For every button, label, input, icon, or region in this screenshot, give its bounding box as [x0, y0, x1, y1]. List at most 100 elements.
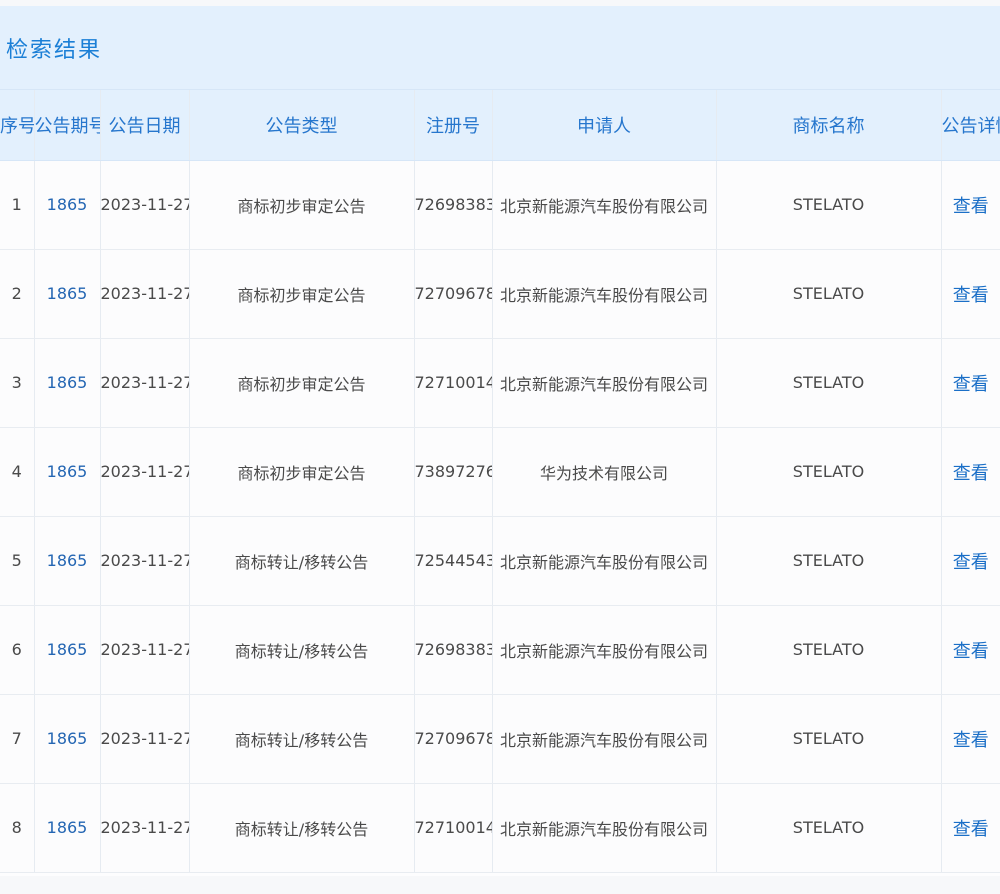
cell-issue: 1865 — [46, 551, 88, 570]
col-header-date: 公告日期 — [99, 90, 189, 161]
cell-applicant: 北京新能源汽车股份有限公司 — [491, 160, 716, 250]
cell-reg-no: 72710014 — [413, 338, 492, 428]
cell-applicant: 华为技术有限公司 — [491, 427, 716, 517]
cell-type: 商标转让/移转公告 — [234, 730, 369, 750]
cell-issue: 1865 — [33, 516, 100, 606]
cell-issue: 1865 — [46, 195, 88, 214]
cell-date: 2023-11-27 — [100, 195, 189, 214]
cell-type: 商标转让/移转公告 — [188, 516, 414, 606]
cell-seq: 3 — [0, 338, 34, 428]
view-detail-link[interactable]: 查看 — [953, 196, 989, 217]
cell-applicant: 华为技术有限公司 — [539, 463, 668, 483]
cell-type: 商标初步审定公告 — [188, 249, 414, 339]
cell-mark: STELATO — [792, 818, 865, 837]
table-row: 3 1865 2023-11-27 商标初步审定公告 72710014 北京新能源汽车股份… — [0, 338, 1000, 428]
cell-seq: 5 — [0, 516, 34, 606]
cell-type: 商标转让/移转公告 — [234, 819, 369, 839]
col-header-reg-no: 注册号 — [413, 90, 492, 161]
cell-reg-no: 72709678 — [413, 694, 492, 784]
cell-type: 商标转让/移转公告 — [234, 552, 369, 572]
cell-date: 2023-11-27 — [99, 160, 189, 250]
cell-reg-no: 72709678 — [414, 284, 492, 303]
cell-applicant: 北京新能源汽车股份有限公司 — [491, 783, 716, 873]
cell-seq: 3 — [11, 373, 22, 392]
cell-applicant: 北京新能源汽车股份有限公司 — [499, 374, 708, 394]
cell-mark: STELATO — [715, 249, 941, 339]
cell-reg-no: 72710014 — [413, 783, 492, 873]
cell-reg-no: 72544543 — [414, 551, 492, 570]
cell-seq: 1 — [0, 160, 34, 250]
cell-seq: 6 — [0, 605, 34, 695]
cell-reg-no: 72698383 — [414, 640, 492, 659]
cell-mark: STELATO — [715, 605, 941, 695]
view-detail-link[interactable]: 查看 — [953, 552, 989, 573]
view-detail-link[interactable]: 查看 — [953, 819, 989, 840]
cell-issue: 1865 — [46, 284, 88, 303]
cell-seq: 4 — [0, 427, 34, 517]
view-detail-link[interactable]: 查看 — [953, 641, 989, 662]
cell-seq: 7 — [0, 694, 34, 784]
cell-mark: STELATO — [715, 427, 941, 517]
cell-issue: 1865 — [33, 338, 100, 428]
view-detail-link[interactable]: 查看 — [953, 730, 989, 751]
cell-applicant: 北京新能源汽车股份有限公司 — [499, 641, 708, 661]
cell-detail: 查看 — [940, 249, 1000, 339]
cell-type: 商标初步审定公告 — [237, 196, 366, 216]
cell-date: 2023-11-27 — [100, 551, 189, 570]
table-row: 6 1865 2023-11-27 商标转让/移转公告 72698383 北京新能源汽车股… — [0, 605, 1000, 695]
cell-date: 2023-11-27 — [99, 516, 189, 606]
cell-mark: STELATO — [792, 729, 865, 748]
cell-reg-no: 72709678 — [413, 249, 492, 339]
cell-applicant: 北京新能源汽车股份有限公司 — [491, 249, 716, 339]
view-detail-link[interactable]: 查看 — [953, 463, 989, 484]
cell-applicant: 北京新能源汽车股份有限公司 — [491, 516, 716, 606]
cell-seq: 7 — [11, 729, 22, 748]
cell-detail: 查看 — [940, 694, 1000, 784]
cell-detail: 查看 — [940, 605, 1000, 695]
cell-applicant: 北京新能源汽车股份有限公司 — [499, 730, 708, 750]
cell-type: 商标初步审定公告 — [188, 338, 414, 428]
cell-reg-no: 73897276 — [413, 427, 492, 517]
cell-date: 2023-11-27 — [100, 373, 189, 392]
col-header-applicant: 申请人 — [491, 90, 716, 161]
cell-reg-no: 72710014 — [414, 818, 492, 837]
cell-mark: STELATO — [792, 640, 865, 659]
view-detail-link[interactable]: 查看 — [953, 285, 989, 306]
cell-date: 2023-11-27 — [99, 605, 189, 695]
table-row: 2 1865 2023-11-27 商标初步审定公告 72709678 北京新能源汽车股份… — [0, 249, 1000, 339]
table-header-row: 序号 公告期号 公告日期 公告类型 注册号 申请人 商标名称 公告详情 — [0, 90, 1000, 161]
cell-detail: 查看 — [940, 338, 1000, 428]
cell-applicant: 北京新能源汽车股份有限公司 — [499, 196, 708, 216]
cell-applicant: 北京新能源汽车股份有限公司 — [499, 819, 708, 839]
table-row: 7 1865 2023-11-27 商标转让/移转公告 72709678 北京新能源汽车股… — [0, 694, 1000, 784]
cell-mark: STELATO — [715, 338, 941, 428]
col-header-detail: 公告详情 — [940, 90, 1000, 161]
col-header-mark: 商标名称 — [715, 90, 941, 161]
cell-detail: 查看 — [940, 160, 1000, 250]
results-table: 序号 公告期号 公告日期 公告类型 注册号 申请人 商标名称 公告详情 1 186… — [0, 90, 1000, 873]
cell-date: 2023-11-27 — [100, 462, 189, 481]
cell-type: 商标初步审定公告 — [237, 463, 366, 483]
cell-detail: 查看 — [940, 427, 1000, 517]
cell-issue: 1865 — [33, 783, 100, 873]
cell-issue: 1865 — [33, 694, 100, 784]
cell-date: 2023-11-27 — [100, 640, 189, 659]
cell-type: 商标转让/移转公告 — [188, 783, 414, 873]
cell-seq: 5 — [11, 551, 22, 570]
cell-type: 商标转让/移转公告 — [188, 605, 414, 695]
cell-mark: STELATO — [792, 195, 865, 214]
cell-issue: 1865 — [46, 373, 88, 392]
cell-detail: 查看 — [940, 783, 1000, 873]
cell-issue: 1865 — [46, 729, 88, 748]
col-header-issue: 公告期号 — [33, 90, 100, 161]
cell-mark: STELATO — [715, 783, 941, 873]
cell-reg-no: 72709678 — [414, 729, 492, 748]
cell-mark: STELATO — [715, 516, 941, 606]
view-detail-link[interactable]: 查看 — [953, 374, 989, 395]
cell-date: 2023-11-27 — [100, 818, 189, 837]
cell-type: 商标转让/移转公告 — [234, 641, 369, 661]
col-header-seq: 序号 — [0, 90, 34, 161]
cell-seq: 6 — [11, 640, 22, 659]
cell-issue: 1865 — [33, 605, 100, 695]
cell-date: 2023-11-27 — [100, 284, 189, 303]
